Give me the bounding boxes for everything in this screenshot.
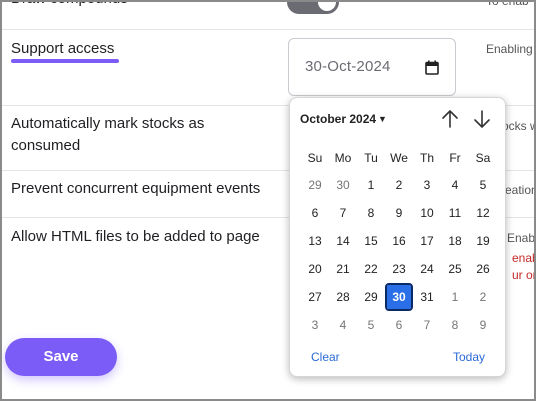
- weekday-label: Tu: [364, 151, 378, 165]
- weekday-label: Su: [307, 151, 323, 165]
- calendar-day[interactable]: 29: [303, 173, 327, 197]
- calendar-day[interactable]: 26: [471, 257, 495, 281]
- calendar-day[interactable]: 4: [443, 173, 467, 197]
- arrow-up-icon[interactable]: [440, 108, 460, 130]
- calendar-day[interactable]: 3: [415, 173, 439, 197]
- calendar-day[interactable]: 7: [415, 313, 439, 337]
- calendar-day[interactable]: 17: [415, 229, 439, 253]
- calendar-day[interactable]: 1: [443, 285, 467, 309]
- calendar-day[interactable]: 23: [387, 257, 411, 281]
- support-access-date-input[interactable]: 30-Oct-2024: [288, 38, 456, 96]
- calendar-day[interactable]: 5: [471, 173, 495, 197]
- calendar-day[interactable]: 4: [331, 313, 355, 337]
- calendar-day[interactable]: 22: [359, 257, 383, 281]
- calendar-day[interactable]: 14: [331, 229, 355, 253]
- calendar-day[interactable]: 1: [359, 173, 383, 197]
- setting-label: Prevent concurrent equipment events: [11, 180, 261, 197]
- calendar-day[interactable]: 2: [471, 285, 495, 309]
- clear-button[interactable]: Clear: [311, 350, 340, 364]
- calendar-day[interactable]: 18: [443, 229, 467, 253]
- weekday-label: Fr: [449, 151, 461, 165]
- draw-compounds-toggle[interactable]: [287, 2, 339, 14]
- calendar-day[interactable]: 10: [415, 201, 439, 225]
- weekday-label: Th: [419, 151, 434, 165]
- weekday-label: Mo: [334, 151, 352, 165]
- row-divider: [2, 29, 534, 30]
- calendar-day[interactable]: 9: [387, 201, 411, 225]
- setting-label-continued: consumed: [11, 137, 81, 154]
- calendar-day[interactable]: 5: [359, 313, 383, 337]
- settings-panel: Draw compounds To enab Support access En…: [0, 0, 536, 401]
- save-button-label: Save: [43, 348, 79, 365]
- calendar-day[interactable]: 9: [471, 313, 495, 337]
- calendar-day[interactable]: 6: [387, 313, 411, 337]
- setting-description: ocks w: [502, 119, 536, 133]
- month-year-selector[interactable]: October 2024: [300, 112, 376, 126]
- toggle-knob: [318, 2, 336, 11]
- setting-description: eation: [505, 183, 536, 197]
- weekday-label: Sa: [475, 151, 491, 165]
- calendar-day[interactable]: 6: [303, 201, 327, 225]
- calendar-day[interactable]: 19: [471, 229, 495, 253]
- setting-label: Draw compounds: [11, 2, 128, 10]
- setting-description: To enab: [486, 0, 529, 8]
- calendar-day[interactable]: 7: [331, 201, 355, 225]
- date-input-value: 30-Oct-2024: [305, 58, 391, 75]
- calendar-day[interactable]: 31: [415, 285, 439, 309]
- arrow-down-icon[interactable]: [472, 108, 492, 130]
- calendar-day[interactable]: 13: [303, 229, 327, 253]
- calendar-day[interactable]: 21: [331, 257, 355, 281]
- setting-label: Support access: [11, 40, 115, 57]
- calendar-day[interactable]: 27: [303, 285, 327, 309]
- calendar-day[interactable]: 29: [359, 285, 383, 309]
- setting-description: Enabling: [486, 42, 533, 56]
- weekday-label: We: [390, 151, 408, 165]
- setting-label: Automatically mark stocks as: [11, 115, 205, 132]
- save-button[interactable]: Save: [5, 338, 117, 376]
- calendar-day[interactable]: 30: [385, 283, 413, 311]
- calendar-day[interactable]: 12: [471, 201, 495, 225]
- calendar-icon[interactable]: [425, 60, 439, 75]
- calendar-day[interactable]: 25: [443, 257, 467, 281]
- calendar-day[interactable]: 30: [331, 173, 355, 197]
- calendar-day[interactable]: 2: [387, 173, 411, 197]
- calendar-day[interactable]: 16: [387, 229, 411, 253]
- calendar-day[interactable]: 15: [359, 229, 383, 253]
- setting-label: Allow HTML files to be added to page: [11, 228, 260, 245]
- calendar-day[interactable]: 20: [303, 257, 327, 281]
- setting-warning: enab: [512, 251, 534, 265]
- setting-warning-continued: ur org: [512, 268, 534, 282]
- calendar-day[interactable]: 8: [359, 201, 383, 225]
- today-button[interactable]: Today: [453, 350, 485, 364]
- calendar-day[interactable]: 11: [443, 201, 467, 225]
- caret-down-icon[interactable]: ▼: [378, 114, 387, 124]
- calendar-day[interactable]: 24: [415, 257, 439, 281]
- calendar-day[interactable]: 3: [303, 313, 327, 337]
- calendar-day[interactable]: 8: [443, 313, 467, 337]
- active-field-underline: [11, 59, 119, 63]
- datepicker-popup: October 2024 ▼ Su Mo Tu We Th Fr Sa 29 30 1 2 3 4 5 6…: [289, 97, 506, 377]
- calendar-day[interactable]: 28: [331, 285, 355, 309]
- setting-description: Enabling: [507, 231, 536, 245]
